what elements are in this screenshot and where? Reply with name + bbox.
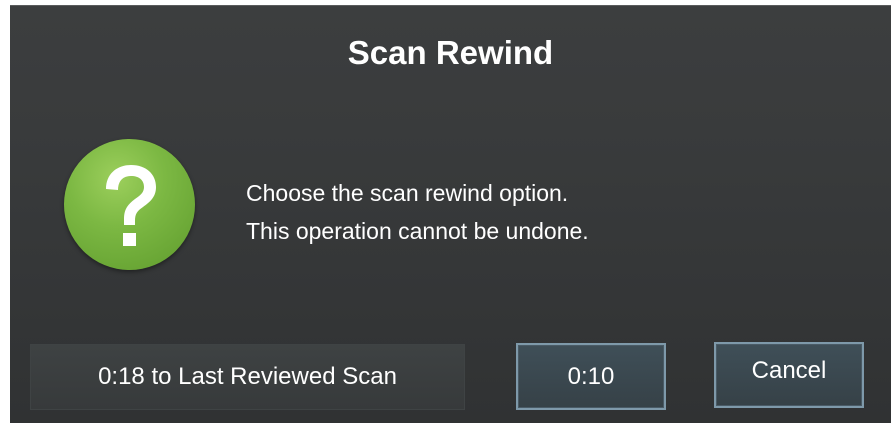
cancel-button[interactable]: Cancel xyxy=(714,342,864,408)
question-mark-icon xyxy=(64,139,195,270)
scan-rewind-dialog: Scan Rewind Choose the scan rewind optio… xyxy=(10,5,891,423)
message-line-1: Choose the scan rewind option. xyxy=(246,180,569,206)
rewind-to-last-reviewed-button[interactable]: 0:18 to Last Reviewed Scan xyxy=(30,344,465,410)
message-line-2: This operation cannot be undone. xyxy=(246,218,589,244)
rewind-10-seconds-button[interactable]: 0:10 xyxy=(516,343,666,410)
dialog-message: Choose the scan rewind option. This oper… xyxy=(246,174,589,250)
dialog-title: Scan Rewind xyxy=(347,34,554,71)
